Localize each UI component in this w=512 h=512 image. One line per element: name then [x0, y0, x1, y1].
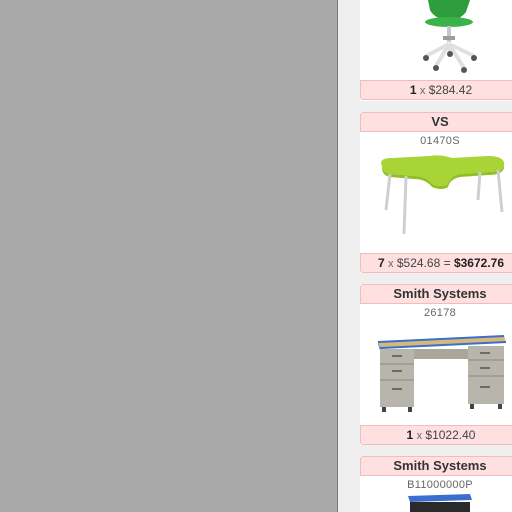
desk-image	[360, 322, 512, 422]
item-price: $284.42	[428, 83, 473, 97]
item-price: $524.68	[396, 256, 441, 270]
design-canvas[interactable]	[0, 0, 337, 512]
cart-item-desk[interactable]: Smith Systems 26178 1 x $1022.40	[360, 284, 512, 445]
cart-item-footer: 1 x $284.42	[360, 80, 512, 100]
item-brand: Smith Systems	[360, 456, 512, 476]
item-sku: B11000000P	[407, 479, 473, 491]
kidney-table-icon	[381, 155, 505, 235]
item-price: $1022.40	[425, 428, 476, 442]
cart-item-partial[interactable]: Smith Systems B11000000P	[360, 456, 512, 512]
cart-item-footer: 7 x $524.68 = $3672.76	[360, 253, 512, 273]
item-brand: VS	[360, 112, 512, 132]
cart-item-chair[interactable]: 1 x $284.42	[360, 0, 512, 101]
cart-panel: 1 x $284.42 VS 01470S 7 x $524.68 = $367…	[338, 0, 512, 512]
cart-item-table[interactable]: VS 01470S 7 x $524.68 = $3672.76	[360, 112, 512, 273]
chair-icon	[423, 0, 477, 73]
blue-furniture-icon	[408, 494, 472, 512]
item-sku: 26178	[423, 307, 457, 319]
times-sign: x	[388, 258, 394, 270]
table-image	[360, 150, 512, 250]
teacher-desk-icon	[377, 335, 507, 412]
item-brand: Smith Systems	[360, 284, 512, 304]
cart-item-footer: 1 x $1022.40	[360, 425, 512, 445]
item-total: $3672.76	[453, 256, 505, 270]
item-sku: 01470S	[420, 135, 460, 147]
equals-sign: =	[443, 256, 451, 270]
product-image	[360, 494, 512, 512]
times-sign: x	[416, 430, 423, 442]
item-qty: 1	[409, 83, 417, 97]
item-qty: 7	[377, 256, 385, 270]
times-sign: x	[419, 85, 426, 97]
chair-image	[360, 0, 512, 80]
item-qty: 1	[406, 428, 414, 442]
